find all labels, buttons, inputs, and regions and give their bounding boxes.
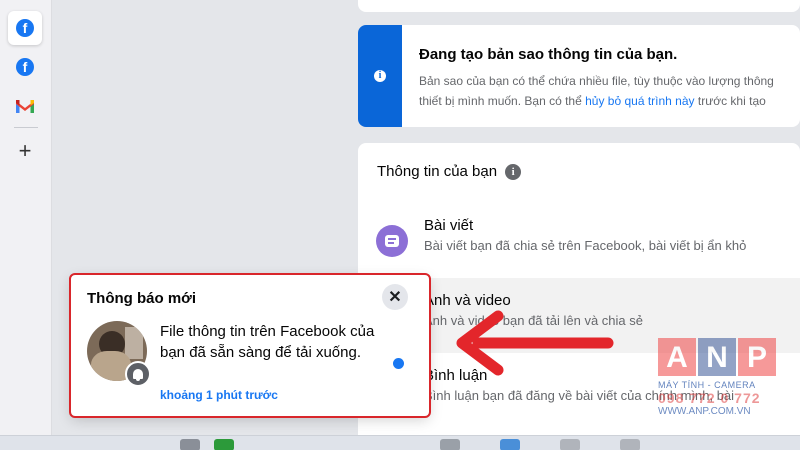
progress-description-prefix: thiết bị mình muốn. Bạn có thể	[419, 94, 586, 108]
your-information-header: Thông tin của bạn i	[377, 163, 522, 180]
notification-title: Thông báo mới	[87, 290, 196, 307]
new-notification-toast[interactable]: Thông báo mới ✕ File thông tin trên Face…	[69, 273, 431, 418]
info-icon: i	[374, 70, 386, 82]
taskbar	[0, 435, 800, 450]
add-sidebar-app-button[interactable]: +	[8, 134, 42, 168]
watermark-letter: P	[738, 338, 776, 376]
taskbar-app[interactable]	[500, 439, 520, 450]
facebook-icon: f	[16, 19, 34, 37]
copy-progress-card: i Đang tạo bản sao thông tin của bạn. Bả…	[358, 25, 800, 127]
previous-card-edge	[358, 0, 800, 12]
info-banner-bar: i	[358, 25, 402, 127]
taskbar-app[interactable]	[214, 439, 234, 450]
browser-sidebar: f f +	[0, 0, 52, 450]
plus-icon: +	[18, 138, 32, 163]
bell-icon	[125, 361, 151, 387]
watermark-phone: 098 772 0 772	[658, 390, 761, 406]
facebook-icon: f	[16, 58, 34, 76]
progress-description-line1: Bản sao của bạn có thể chứa nhiều file, …	[419, 74, 774, 88]
sidebar-gmail-button[interactable]	[8, 89, 42, 123]
notification-timestamp: khoảng 1 phút trước	[160, 388, 278, 402]
posts-icon	[376, 225, 408, 257]
watermark-letter: A	[658, 338, 696, 376]
sidebar-facebook-2-button[interactable]: f	[8, 50, 42, 84]
progress-description: Bản sao của bạn có thể chứa nhiều file, …	[419, 71, 800, 111]
progress-title: Đang tạo bản sao thông tin của bạn.	[419, 46, 678, 63]
notification-message: File thông tin trên Facebook của bạn đã …	[160, 323, 375, 361]
taskbar-app[interactable]	[180, 439, 200, 450]
row-title: Bài viết	[424, 217, 474, 234]
unread-indicator	[393, 358, 404, 369]
watermark-url: WWW.ANP.COM.VN	[658, 406, 751, 417]
info-row-posts[interactable]: Bài viết Bài viết bạn đã chia sẻ trên Fa…	[358, 203, 800, 278]
row-subtitle: Bài viết bạn đã chia sẻ trên Facebook, b…	[424, 238, 747, 253]
gmail-icon	[16, 100, 34, 113]
watermark-logo: A N P MÁY TÍNH - CAMERA 098 772 0 772 WW…	[658, 338, 782, 438]
taskbar-app[interactable]	[440, 439, 460, 450]
progress-description-suffix: trước khi tạo	[694, 94, 766, 108]
progress-description-line2: thiết bị mình muốn. Bạn có thể hủy bỏ qu…	[419, 91, 800, 111]
info-help-icon[interactable]: i	[505, 163, 522, 180]
watermark-letter: N	[698, 338, 736, 376]
sidebar-facebook-button[interactable]: f	[8, 11, 42, 45]
taskbar-app[interactable]	[620, 439, 640, 450]
close-icon: ✕	[388, 289, 402, 306]
red-arrow-icon	[456, 310, 614, 376]
close-notification-button[interactable]: ✕	[382, 284, 408, 310]
watermark-tagline: MÁY TÍNH - CAMERA	[658, 380, 756, 390]
your-information-title: Thông tin của bạn	[377, 163, 498, 180]
row-title: Ảnh và video	[424, 292, 511, 309]
cancel-process-link[interactable]: hủy bỏ quá trình này	[585, 94, 694, 108]
sidebar-divider	[14, 127, 38, 128]
taskbar-app[interactable]	[560, 439, 580, 450]
